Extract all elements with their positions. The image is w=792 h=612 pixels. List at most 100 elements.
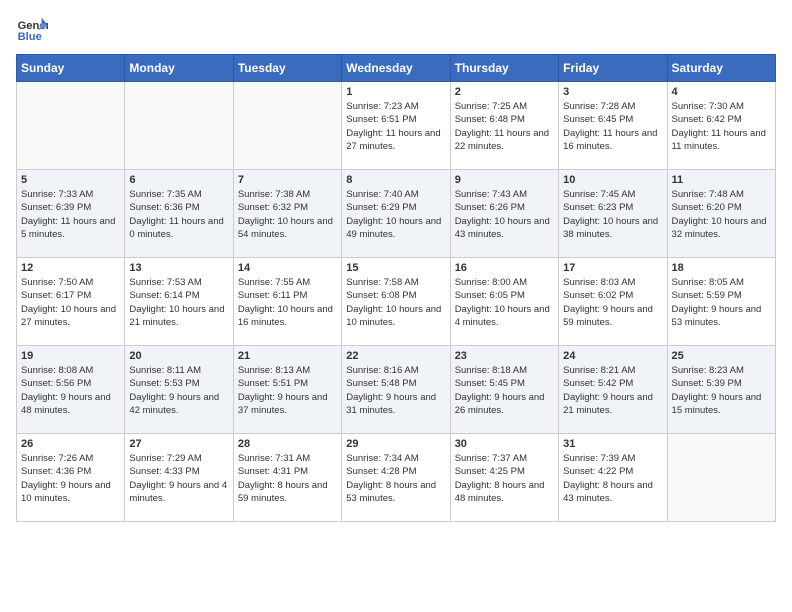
day-info: Sunrise: 7:48 AM Sunset: 6:20 PM Dayligh… xyxy=(672,188,771,241)
day-info: Sunrise: 7:28 AM Sunset: 6:45 PM Dayligh… xyxy=(563,100,662,153)
day-info: Sunrise: 8:18 AM Sunset: 5:45 PM Dayligh… xyxy=(455,364,554,417)
day-cell: 28 Sunrise: 7:31 AM Sunset: 4:31 PM Dayli… xyxy=(233,434,341,522)
day-info: Sunrise: 7:50 AM Sunset: 6:17 PM Dayligh… xyxy=(21,276,120,329)
day-info: Sunrise: 7:55 AM Sunset: 6:11 PM Dayligh… xyxy=(238,276,337,329)
day-info: Sunrise: 8:16 AM Sunset: 5:48 PM Dayligh… xyxy=(346,364,445,417)
day-cell: 15 Sunrise: 7:58 AM Sunset: 6:08 PM Dayli… xyxy=(342,258,450,346)
day-number: 31 xyxy=(563,438,662,450)
day-cell xyxy=(125,82,233,170)
day-number: 2 xyxy=(455,86,554,98)
page-header: General Blue xyxy=(16,16,776,44)
day-number: 12 xyxy=(21,262,120,274)
day-cell: 7 Sunrise: 7:38 AM Sunset: 6:32 PM Daylig… xyxy=(233,170,341,258)
day-number: 15 xyxy=(346,262,445,274)
day-info: Sunrise: 8:00 AM Sunset: 6:05 PM Dayligh… xyxy=(455,276,554,329)
day-number: 4 xyxy=(672,86,771,98)
logo: General Blue xyxy=(16,16,48,44)
day-number: 21 xyxy=(238,350,337,362)
day-info: Sunrise: 7:38 AM Sunset: 6:32 PM Dayligh… xyxy=(238,188,337,241)
day-info: Sunrise: 7:30 AM Sunset: 6:42 PM Dayligh… xyxy=(672,100,771,153)
day-cell: 31 Sunrise: 7:39 AM Sunset: 4:22 PM Dayli… xyxy=(559,434,667,522)
day-number: 26 xyxy=(21,438,120,450)
day-cell: 22 Sunrise: 8:16 AM Sunset: 5:48 PM Dayli… xyxy=(342,346,450,434)
week-row-1: 1 Sunrise: 7:23 AM Sunset: 6:51 PM Daylig… xyxy=(17,82,776,170)
week-row-3: 12 Sunrise: 7:50 AM Sunset: 6:17 PM Dayli… xyxy=(17,258,776,346)
day-cell: 17 Sunrise: 8:03 AM Sunset: 6:02 PM Dayli… xyxy=(559,258,667,346)
day-number: 6 xyxy=(129,174,228,186)
day-cell: 9Sunrise: 7:43 AM Sunset: 6:26 PM Daylig… xyxy=(450,170,558,258)
day-number: 27 xyxy=(129,438,228,450)
day-info: Sunrise: 7:26 AM Sunset: 4:36 PM Dayligh… xyxy=(21,452,120,505)
week-row-4: 19 Sunrise: 8:08 AM Sunset: 5:56 PM Dayli… xyxy=(17,346,776,434)
day-cell xyxy=(667,434,775,522)
weekday-header-sunday: Sunday xyxy=(17,55,125,82)
day-number: 5 xyxy=(21,174,120,186)
day-number: 11 xyxy=(672,174,771,186)
day-info: Sunrise: 7:45 AM Sunset: 6:23 PM Dayligh… xyxy=(563,188,662,241)
day-info: Sunrise: 7:31 AM Sunset: 4:31 PM Dayligh… xyxy=(238,452,337,505)
day-cell xyxy=(233,82,341,170)
day-number: 16 xyxy=(455,262,554,274)
day-cell xyxy=(17,82,125,170)
weekday-header-monday: Monday xyxy=(125,55,233,82)
day-cell: 16 Sunrise: 8:00 AM Sunset: 6:05 PM Dayli… xyxy=(450,258,558,346)
day-cell: 4 Sunrise: 7:30 AM Sunset: 6:42 PM Daylig… xyxy=(667,82,775,170)
day-info: Sunrise: 7:40 AM Sunset: 6:29 PM Dayligh… xyxy=(346,188,445,241)
day-number: 29 xyxy=(346,438,445,450)
day-number: 30 xyxy=(455,438,554,450)
day-cell: 19 Sunrise: 8:08 AM Sunset: 5:56 PM Dayli… xyxy=(17,346,125,434)
day-info: Sunrise: 7:58 AM Sunset: 6:08 PM Dayligh… xyxy=(346,276,445,329)
day-cell: 21 Sunrise: 8:13 AM Sunset: 5:51 PM Dayli… xyxy=(233,346,341,434)
day-info: Sunrise: 7:29 AM Sunset: 4:33 PM Dayligh… xyxy=(129,452,228,505)
day-number: 8 xyxy=(346,174,445,186)
day-info: Sunrise: 7:25 AM Sunset: 6:48 PM Dayligh… xyxy=(455,100,554,153)
logo-icon: General Blue xyxy=(16,16,48,44)
day-info: Sunrise: 8:21 AM Sunset: 5:42 PM Dayligh… xyxy=(563,364,662,417)
week-row-2: 5Sunrise: 7:33 AM Sunset: 6:39 PM Daylig… xyxy=(17,170,776,258)
day-cell: 13 Sunrise: 7:53 AM Sunset: 6:14 PM Dayli… xyxy=(125,258,233,346)
day-number: 23 xyxy=(455,350,554,362)
day-cell: 14 Sunrise: 7:55 AM Sunset: 6:11 PM Dayli… xyxy=(233,258,341,346)
day-number: 14 xyxy=(238,262,337,274)
day-info: Sunrise: 8:08 AM Sunset: 5:56 PM Dayligh… xyxy=(21,364,120,417)
day-number: 20 xyxy=(129,350,228,362)
day-cell: 20Sunrise: 8:11 AM Sunset: 5:53 PM Dayli… xyxy=(125,346,233,434)
day-cell: 29Sunrise: 7:34 AM Sunset: 4:28 PM Dayli… xyxy=(342,434,450,522)
day-info: Sunrise: 8:03 AM Sunset: 6:02 PM Dayligh… xyxy=(563,276,662,329)
day-cell: 10Sunrise: 7:45 AM Sunset: 6:23 PM Dayli… xyxy=(559,170,667,258)
day-info: Sunrise: 7:39 AM Sunset: 4:22 PM Dayligh… xyxy=(563,452,662,505)
day-number: 22 xyxy=(346,350,445,362)
day-info: Sunrise: 7:23 AM Sunset: 6:51 PM Dayligh… xyxy=(346,100,445,153)
day-cell: 8 Sunrise: 7:40 AM Sunset: 6:29 PM Daylig… xyxy=(342,170,450,258)
day-number: 13 xyxy=(129,262,228,274)
day-info: Sunrise: 8:13 AM Sunset: 5:51 PM Dayligh… xyxy=(238,364,337,417)
day-cell: 5Sunrise: 7:33 AM Sunset: 6:39 PM Daylig… xyxy=(17,170,125,258)
day-cell: 1 Sunrise: 7:23 AM Sunset: 6:51 PM Daylig… xyxy=(342,82,450,170)
day-info: Sunrise: 7:37 AM Sunset: 4:25 PM Dayligh… xyxy=(455,452,554,505)
day-cell: 2 Sunrise: 7:25 AM Sunset: 6:48 PM Daylig… xyxy=(450,82,558,170)
day-cell: 3 Sunrise: 7:28 AM Sunset: 6:45 PM Daylig… xyxy=(559,82,667,170)
weekday-header-friday: Friday xyxy=(559,55,667,82)
day-number: 1 xyxy=(346,86,445,98)
day-number: 3 xyxy=(563,86,662,98)
calendar-table: SundayMondayTuesdayWednesdayThursdayFrid… xyxy=(16,54,776,522)
day-number: 17 xyxy=(563,262,662,274)
day-number: 19 xyxy=(21,350,120,362)
day-number: 9 xyxy=(455,174,554,186)
weekday-header-wednesday: Wednesday xyxy=(342,55,450,82)
day-info: Sunrise: 7:35 AM Sunset: 6:36 PM Dayligh… xyxy=(129,188,228,241)
week-row-5: 26 Sunrise: 7:26 AM Sunset: 4:36 PM Dayli… xyxy=(17,434,776,522)
day-info: Sunrise: 7:53 AM Sunset: 6:14 PM Dayligh… xyxy=(129,276,228,329)
weekday-header-tuesday: Tuesday xyxy=(233,55,341,82)
day-cell: 26 Sunrise: 7:26 AM Sunset: 4:36 PM Dayli… xyxy=(17,434,125,522)
weekday-header-thursday: Thursday xyxy=(450,55,558,82)
day-cell: 6 Sunrise: 7:35 AM Sunset: 6:36 PM Daylig… xyxy=(125,170,233,258)
day-cell: 18Sunrise: 8:05 AM Sunset: 5:59 PM Dayli… xyxy=(667,258,775,346)
day-number: 28 xyxy=(238,438,337,450)
weekday-header-saturday: Saturday xyxy=(667,55,775,82)
day-number: 7 xyxy=(238,174,337,186)
day-cell: 12 Sunrise: 7:50 AM Sunset: 6:17 PM Dayli… xyxy=(17,258,125,346)
day-number: 18 xyxy=(672,262,771,274)
day-cell: 30 Sunrise: 7:37 AM Sunset: 4:25 PM Dayli… xyxy=(450,434,558,522)
day-info: Sunrise: 8:23 AM Sunset: 5:39 PM Dayligh… xyxy=(672,364,771,417)
